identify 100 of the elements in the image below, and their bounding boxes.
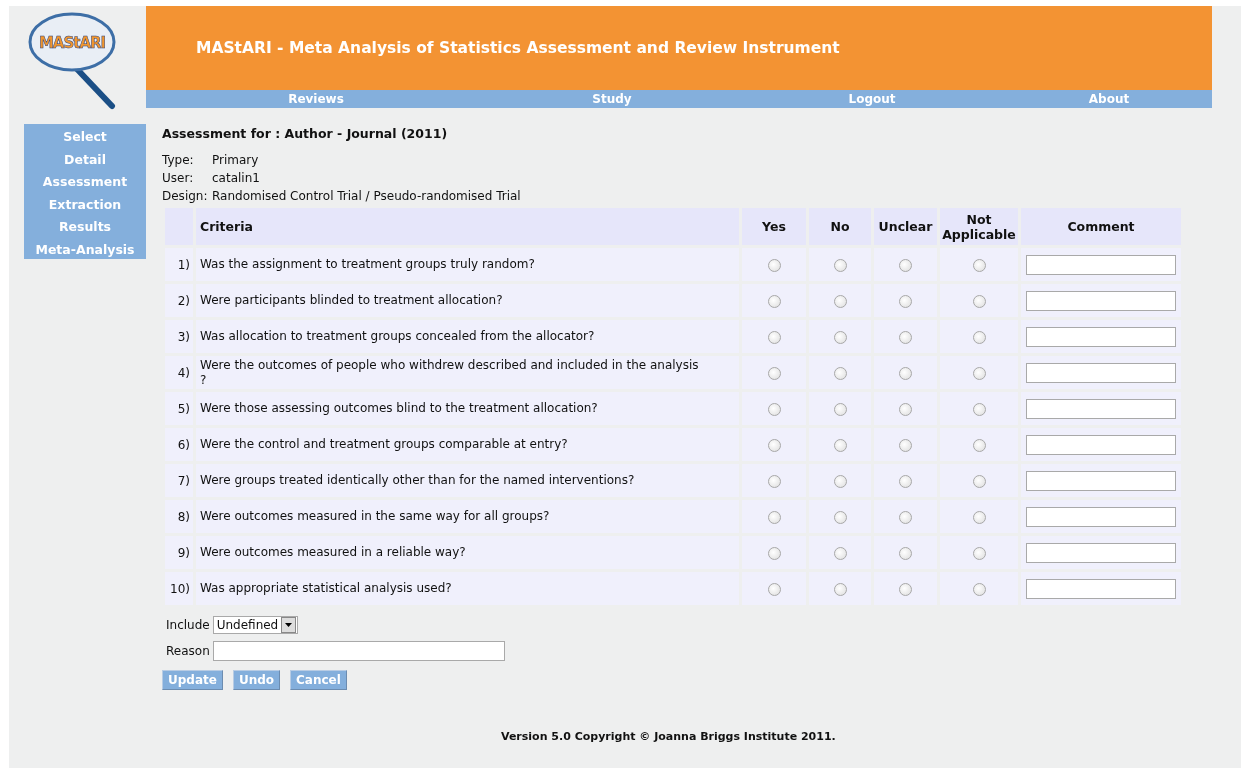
criterion-cell: Were outcomes measured in a reliable way? (196, 536, 739, 569)
radio-button[interactable] (899, 294, 912, 308)
column-header: Comment (1021, 208, 1181, 245)
comment-field[interactable] (1026, 254, 1176, 275)
comment-field[interactable] (1026, 434, 1176, 455)
row-number: 3) (165, 320, 193, 353)
sidebar-item[interactable]: Meta-Analysis (24, 238, 146, 261)
radio-button[interactable] (899, 366, 912, 380)
column-header: Criteria (196, 208, 739, 245)
comment-field[interactable] (1026, 506, 1176, 527)
criterion-cell: Were participants blinded to treatment allocation? (196, 284, 739, 317)
radio-button[interactable] (972, 546, 986, 560)
include-label: Include (166, 618, 210, 632)
column-header: Unclear (874, 208, 937, 245)
row-number: 6) (165, 428, 193, 461)
sidebar-item[interactable]: Detail (24, 148, 146, 171)
radio-button[interactable] (972, 330, 986, 344)
reason-field[interactable] (212, 641, 505, 661)
radio-button[interactable] (972, 366, 986, 380)
radio-button[interactable] (899, 474, 912, 488)
radio-button[interactable] (767, 474, 781, 488)
radio-button[interactable] (833, 510, 847, 524)
criterion-cell: Were the control and treatment groups comparable at entry? (196, 428, 739, 461)
nav-link[interactable]: Study (486, 90, 738, 108)
radio-button[interactable] (899, 582, 912, 596)
radio-button[interactable] (899, 258, 912, 272)
radio-button[interactable] (767, 294, 781, 308)
row-number: 8) (165, 500, 193, 533)
copyright-text: Version 5.0 Copyright © Joanna Briggs Institute 2011. (501, 730, 837, 743)
form-button[interactable]: Update (162, 670, 223, 690)
radio-button[interactable] (972, 474, 986, 488)
sidebar-item[interactable]: Assessment (24, 171, 146, 194)
sidebar-item[interactable]: Select (24, 126, 146, 149)
column-header: Yes (742, 208, 806, 245)
radio-button[interactable] (767, 330, 781, 344)
radio-button[interactable] (972, 582, 986, 596)
radio-button[interactable] (767, 510, 781, 524)
row-number: 7) (165, 464, 193, 497)
comment-field[interactable] (1026, 398, 1176, 419)
info-label: User: (162, 170, 195, 187)
radio-button[interactable] (833, 366, 847, 380)
row-number: 10) (165, 572, 193, 605)
row-number: 2) (165, 284, 193, 317)
radio-button[interactable] (899, 402, 912, 416)
criterion-cell: Were outcomes measured in the same way for all groups? (196, 500, 739, 533)
radio-button[interactable] (833, 438, 847, 452)
radio-button[interactable] (972, 438, 986, 452)
column-header: Not Applicable (940, 208, 1018, 245)
nav-link[interactable]: About (1006, 90, 1212, 108)
info-value: Primary (212, 153, 259, 167)
radio-button[interactable] (972, 258, 986, 272)
column-header: No (809, 208, 871, 245)
radio-button[interactable] (972, 510, 986, 524)
comment-field[interactable] (1026, 362, 1176, 383)
include-dropdown[interactable]: Undefined (212, 616, 299, 634)
row-number: 4) (165, 356, 193, 389)
radio-button[interactable] (767, 582, 781, 596)
reason-label: Reason (166, 644, 210, 658)
radio-button[interactable] (767, 366, 781, 380)
radio-button[interactable] (972, 402, 986, 416)
comment-field[interactable] (1026, 578, 1176, 599)
form-button[interactable]: Cancel (290, 670, 347, 690)
criterion-cell: Was the assignment to treatment groups truly random? (196, 248, 739, 281)
radio-button[interactable] (899, 330, 912, 344)
nav-link[interactable]: Logout (738, 90, 1006, 108)
sidebar-item[interactable]: Extraction (24, 193, 146, 216)
radio-button[interactable] (833, 474, 847, 488)
radio-button[interactable] (899, 546, 912, 560)
sidebar-item[interactable]: Results (24, 216, 146, 239)
radio-button[interactable] (833, 402, 847, 416)
radio-button[interactable] (767, 258, 781, 272)
radio-button[interactable] (833, 294, 847, 308)
info-label: Design: (162, 188, 209, 205)
comment-field[interactable] (1026, 290, 1176, 311)
row-number: 5) (165, 392, 193, 425)
radio-button[interactable] (833, 330, 847, 344)
radio-button[interactable] (833, 546, 847, 560)
comment-field[interactable] (1026, 326, 1176, 347)
assessment-heading: Assessment for : Author - Journal (2011) (162, 126, 449, 141)
form-button[interactable]: Undo (232, 670, 281, 690)
radio-button[interactable] (833, 258, 847, 272)
comment-field[interactable] (1026, 470, 1176, 491)
app-title: MAStARI - Meta Analysis of Statistics Assessment and Review Instrument (196, 39, 840, 57)
row-number: 9) (165, 536, 193, 569)
radio-button[interactable] (767, 546, 781, 560)
criterion-cell: Were the outcomes of people who withdrew described and included in the analysis ? (196, 356, 739, 389)
radio-button[interactable] (972, 294, 986, 308)
info-value: catalin1 (212, 171, 260, 185)
criterion-cell: Was allocation to treatment groups concealed from the allocator? (196, 320, 739, 353)
radio-button[interactable] (899, 510, 912, 524)
radio-button[interactable] (767, 402, 781, 416)
comment-field[interactable] (1026, 542, 1176, 563)
info-label: Type: (162, 152, 195, 169)
criterion-cell: Was appropriate statistical analysis used? (196, 572, 739, 605)
row-number: 1) (165, 248, 193, 281)
radio-button[interactable] (767, 438, 781, 452)
radio-button[interactable] (833, 582, 847, 596)
radio-button[interactable] (899, 438, 912, 452)
nav-link[interactable]: Reviews (146, 90, 486, 108)
info-value: Randomised Control Trial / Pseudo-randomised Trial (212, 189, 521, 203)
